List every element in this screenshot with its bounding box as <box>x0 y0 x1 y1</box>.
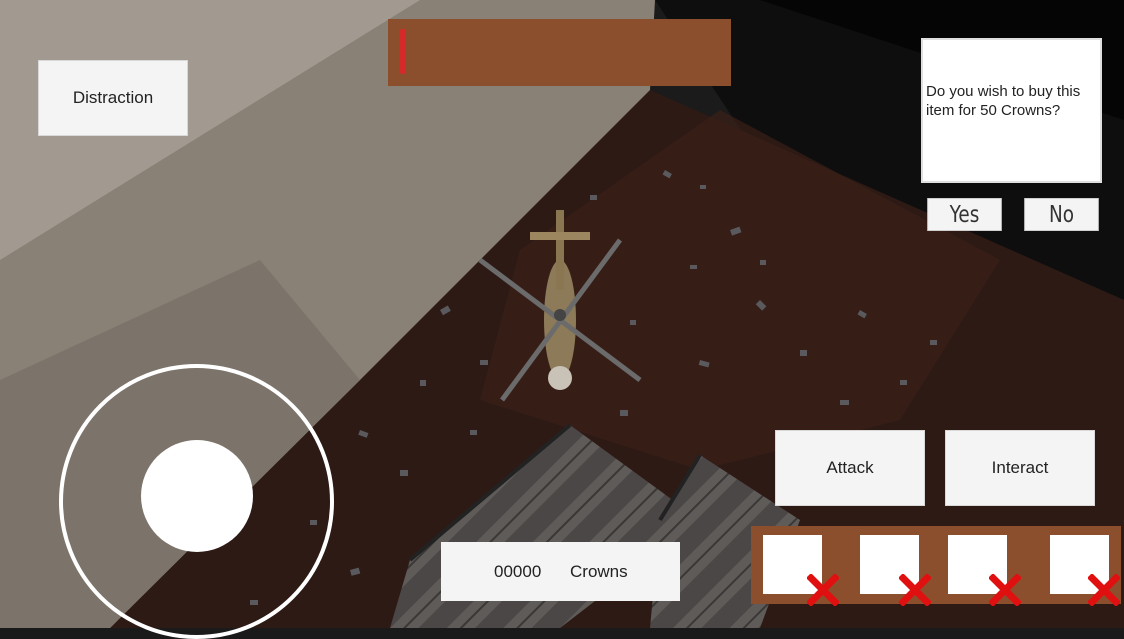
distraction-button[interactable]: Distraction <box>38 60 188 136</box>
remove-item-icon[interactable] <box>1088 574 1120 606</box>
purchase-message: Do you wish to buy this item for 50 Crow… <box>926 83 1081 119</box>
crowns-label: Crowns <box>570 561 628 581</box>
attack-button[interactable]: Attack <box>775 430 925 506</box>
remove-item-icon[interactable] <box>899 574 931 606</box>
remove-item-icon[interactable] <box>807 574 839 606</box>
health-bar <box>388 19 731 86</box>
interact-button[interactable]: Interact <box>945 430 1095 506</box>
remove-item-icon[interactable] <box>989 574 1021 606</box>
health-fill <box>400 29 406 74</box>
currency-panel: 00000 Crowns <box>441 542 680 601</box>
joystick-knob-icon[interactable] <box>141 440 253 552</box>
no-button[interactable]: No <box>1024 198 1099 231</box>
inventory-bar <box>751 526 1121 606</box>
purchase-dialog: Do you wish to buy this item for 50 Crow… <box>921 38 1102 183</box>
yes-button[interactable]: Yes <box>927 198 1002 231</box>
crowns-amount: 00000 <box>494 561 542 581</box>
